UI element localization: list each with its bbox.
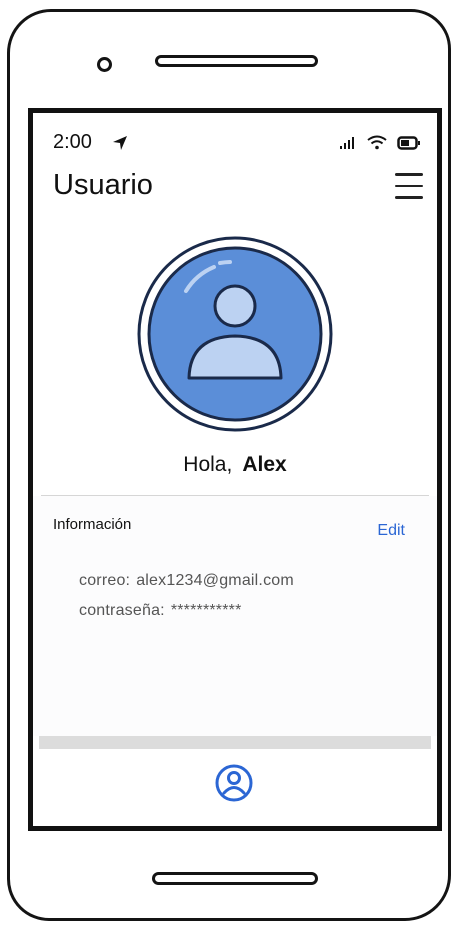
status-time: 2:00	[53, 131, 92, 153]
signal-icon	[340, 136, 354, 149]
location-arrow-icon	[112, 135, 127, 150]
speaker-top	[155, 55, 318, 67]
password-value: ***********	[170, 602, 242, 619]
greeting-prefix: Hola,	[183, 453, 233, 476]
home-bar	[152, 872, 318, 885]
camera-icon	[97, 57, 112, 72]
tab-bar-separator	[39, 736, 431, 749]
password-label: contraseña:	[79, 602, 165, 619]
user-avatar-icon	[137, 236, 333, 432]
password-row: contraseña: ***********	[79, 602, 242, 620]
battery-icon	[397, 135, 420, 150]
screen: 2:00 Usuario Hola, Alex Información Edit…	[28, 108, 442, 831]
greeting-name: Alex	[242, 453, 287, 476]
page-title: Usuario	[53, 169, 153, 201]
edit-button[interactable]: Edit	[377, 522, 405, 540]
menu-icon[interactable]	[395, 173, 423, 199]
greeting: Hola, Alex	[33, 453, 437, 477]
profile-tab-icon[interactable]	[214, 763, 254, 803]
wifi-icon	[367, 135, 387, 150]
email-label: correo:	[79, 572, 131, 589]
status-icons	[339, 135, 421, 150]
email-row: correo: alex1234@gmail.com	[79, 572, 294, 590]
info-panel: Información Edit correo: alex1234@gmail.c…	[33, 496, 437, 736]
email-value: alex1234@gmail.com	[136, 572, 294, 589]
status-bar-time-group: 2:00	[53, 131, 128, 154]
info-title: Información	[53, 516, 132, 533]
